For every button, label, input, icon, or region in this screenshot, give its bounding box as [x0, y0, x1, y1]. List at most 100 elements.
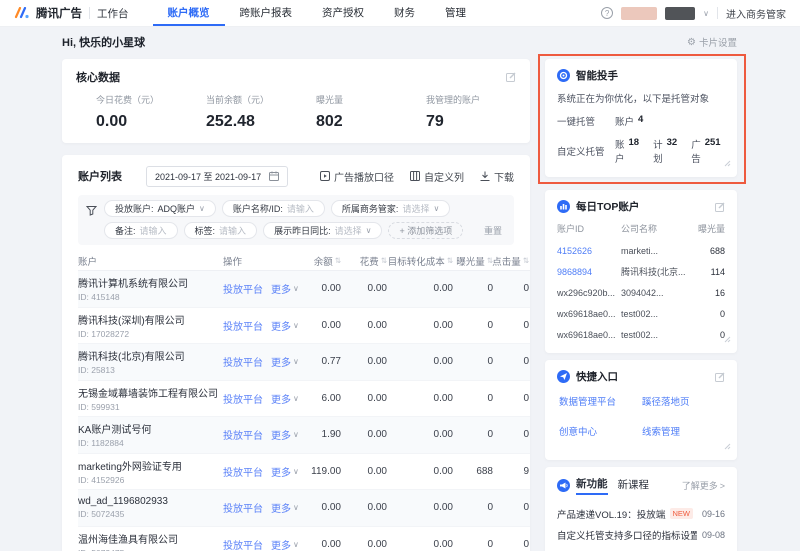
news-list: 产品速递VOL.19：投放端支... NEW 09-16 自定义托管支持多口径的… — [557, 503, 725, 551]
top-account-id[interactable]: wx296c920b... — [557, 288, 621, 298]
filter-remark[interactable]: 备注: 请输入 — [104, 222, 178, 239]
more-link[interactable]: 更多 ∨ — [271, 427, 299, 442]
platform-link[interactable]: 投放平台 — [223, 354, 263, 369]
platform-link[interactable]: 投放平台 — [223, 500, 263, 515]
spend-cell: 0.00 — [367, 319, 387, 331]
date-range-value: 2021-09-17 至 2021-09-17 — [155, 171, 262, 182]
filter-delivery-account[interactable]: 投放账户: ADQ账户 ∨ — [104, 200, 216, 217]
add-filter-button[interactable]: + 添加筛选项 — [388, 222, 464, 239]
learn-more-link[interactable]: 了解更多 > — [682, 479, 725, 492]
filter-business-manager[interactable]: 所属商务管家: 请选择 ∨ — [330, 200, 451, 217]
column-impressions[interactable]: 曝光量 ⇅ — [453, 254, 493, 268]
balance-cell: 0.00 — [321, 319, 341, 331]
clicks-cell: 0 — [523, 429, 529, 441]
more-link[interactable]: 更多 ∨ — [271, 464, 299, 479]
news-card: 新功能 新课程 了解更多 > 产品速递VOL.19：投放端支... NEW — [545, 467, 737, 551]
download-button[interactable]: 下载 — [480, 169, 514, 184]
news-title: 自定义托管支持多口径的指标设置以... — [557, 530, 697, 542]
target-cost-cell: 0.00 — [433, 392, 453, 404]
chevron-down-icon: ∨ — [365, 226, 372, 235]
news-item[interactable]: 产品速递VOL.19：投放端支... NEW 09-16 — [557, 503, 725, 524]
reset-filters-button[interactable]: 重置 — [484, 224, 502, 237]
top-account-id[interactable]: 9868894 — [557, 267, 621, 277]
metric-today-spend: 今日花费（元） 0.00 — [96, 95, 160, 130]
gear-icon: ⚙ — [687, 36, 696, 48]
resize-handle-icon[interactable] — [724, 154, 731, 172]
clicks-cell: 0 — [523, 283, 529, 295]
column-spend[interactable]: 花费 ⇅ — [341, 254, 387, 268]
chevron-down-icon[interactable]: ∨ — [703, 9, 709, 18]
table-row: 腾讯科技(北京)有限公司 ID: 25813 投放平台 更多 ∨ 0.77 0.0… — [78, 344, 530, 381]
edit-icon[interactable] — [715, 202, 725, 212]
more-link[interactable]: 更多 ∨ — [271, 391, 299, 406]
top-account-id[interactable]: 4152626 — [557, 246, 621, 256]
custom-columns-button[interactable]: 自定义列 — [410, 169, 464, 184]
tab-asset-authorization[interactable]: 资产授权 — [307, 0, 379, 26]
impressions-cell: 688 — [476, 465, 493, 477]
platform-link[interactable]: 投放平台 — [223, 537, 263, 551]
edit-icon[interactable] — [715, 372, 725, 382]
link-lead-management[interactable]: 线索管理 — [642, 424, 725, 438]
filter-tag[interactable]: 标签: 请输入 — [183, 222, 258, 239]
more-link[interactable]: 更多 ∨ — [271, 500, 299, 515]
top-account-id[interactable]: wx69618ae0... — [557, 309, 621, 319]
filter-yesterday-compare[interactable]: 展示昨日同比: 请选择 ∨ — [263, 222, 383, 239]
chevron-down-icon: ∨ — [293, 320, 299, 330]
top-account-impressions: 16 — [714, 287, 725, 298]
avatar[interactable] — [621, 6, 658, 20]
edit-icon[interactable] — [506, 72, 516, 82]
platform-link[interactable]: 投放平台 — [223, 281, 263, 296]
resize-handle-icon[interactable] — [724, 330, 731, 348]
top-account-id[interactable]: wx69618ae0... — [557, 330, 621, 340]
filter-account-name-id[interactable]: 账户名称/ID: 请输入 — [221, 200, 325, 217]
account-id: ID: 17028272 — [78, 328, 130, 339]
column-balance[interactable]: 余额 ⇅ — [301, 254, 341, 268]
platform-link[interactable]: 投放平台 — [223, 464, 263, 479]
more-link[interactable]: 更多 ∨ — [271, 281, 299, 296]
column-ctr[interactable]: 点击率⇅ — [529, 254, 530, 268]
column-target-cost[interactable]: 目标转化成本 ⇅ — [387, 254, 453, 268]
platform-link[interactable]: 投放平台 — [223, 318, 263, 333]
resize-handle-icon[interactable] — [724, 437, 731, 455]
metric-impressions: 曝光量 802 — [316, 95, 344, 130]
enter-business-manager-link[interactable]: 进入商务管家 — [726, 6, 786, 21]
arrow-right-icon: > — [719, 480, 725, 491]
more-link[interactable]: 更多 ∨ — [271, 537, 299, 551]
top-accounts-list: 4152626 marketi... 688 9868894 腾讯科技(北京..… — [557, 240, 725, 345]
link-creative-center[interactable]: 创意中心 — [559, 424, 642, 438]
chevron-down-icon: ∨ — [293, 430, 299, 440]
date-range-picker[interactable]: 2021-09-17 至 2021-09-17 — [146, 165, 289, 187]
news-item[interactable]: 批量修改日预算支持针对不同广告指... 09-06 — [557, 545, 725, 551]
smart-pilot-icon — [557, 69, 570, 82]
core-data-title: 核心数据 — [76, 72, 120, 84]
account-id: ID: 5072435 — [78, 509, 125, 520]
column-clicks[interactable]: 点击量 ⇅ — [492, 254, 529, 268]
spend-cell: 0.00 — [367, 429, 387, 441]
tab-new-courses[interactable]: 新课程 — [618, 477, 650, 494]
ad-caliber-button[interactable]: 广告播放口径 — [320, 169, 394, 184]
link-data-management[interactable]: 数据管理平台 — [559, 394, 642, 408]
account-name: 腾讯科技(深圳)有限公司 — [78, 315, 185, 327]
help-icon[interactable]: ? — [601, 7, 614, 19]
platform-link[interactable]: 投放平台 — [223, 391, 263, 406]
tab-cross-account-report[interactable]: 跨账户报表 — [225, 0, 308, 26]
chevron-down-icon: ∨ — [293, 466, 299, 476]
news-item[interactable]: 自定义托管支持多口径的指标设置以... 09-08 — [557, 524, 725, 545]
tab-finance[interactable]: 财务 — [379, 0, 430, 26]
tab-management[interactable]: 管理 — [430, 0, 481, 26]
more-link[interactable]: 更多 ∨ — [271, 354, 299, 369]
more-link[interactable]: 更多 ∨ — [271, 318, 299, 333]
tab-new-features[interactable]: 新功能 — [576, 476, 608, 495]
link-xijing-landing-page[interactable]: 蹊径落地页 — [642, 394, 725, 408]
tab-account-overview[interactable]: 账户概览 — [152, 0, 225, 26]
top-account-name: 腾讯科技(北京... — [621, 267, 686, 277]
platform-link[interactable]: 投放平台 — [223, 427, 263, 442]
top-account-impressions: 688 — [709, 245, 725, 256]
top-account-row: wx69618ae0... test002... 0 — [557, 324, 725, 345]
card-settings-button[interactable]: ⚙ 卡片设置 — [687, 35, 737, 50]
target-cost-cell: 0.00 — [433, 538, 453, 550]
main-nav: 账户概览 跨账户报表 资产授权 财务 管理 — [152, 0, 482, 26]
card-settings-label: 卡片设置 — [698, 38, 737, 49]
workspace-label[interactable]: 工作台 — [97, 6, 129, 21]
account-list-card: 账户列表 2021-09-17 至 2021-09-17 广告播放口径 自定义列… — [62, 155, 530, 551]
